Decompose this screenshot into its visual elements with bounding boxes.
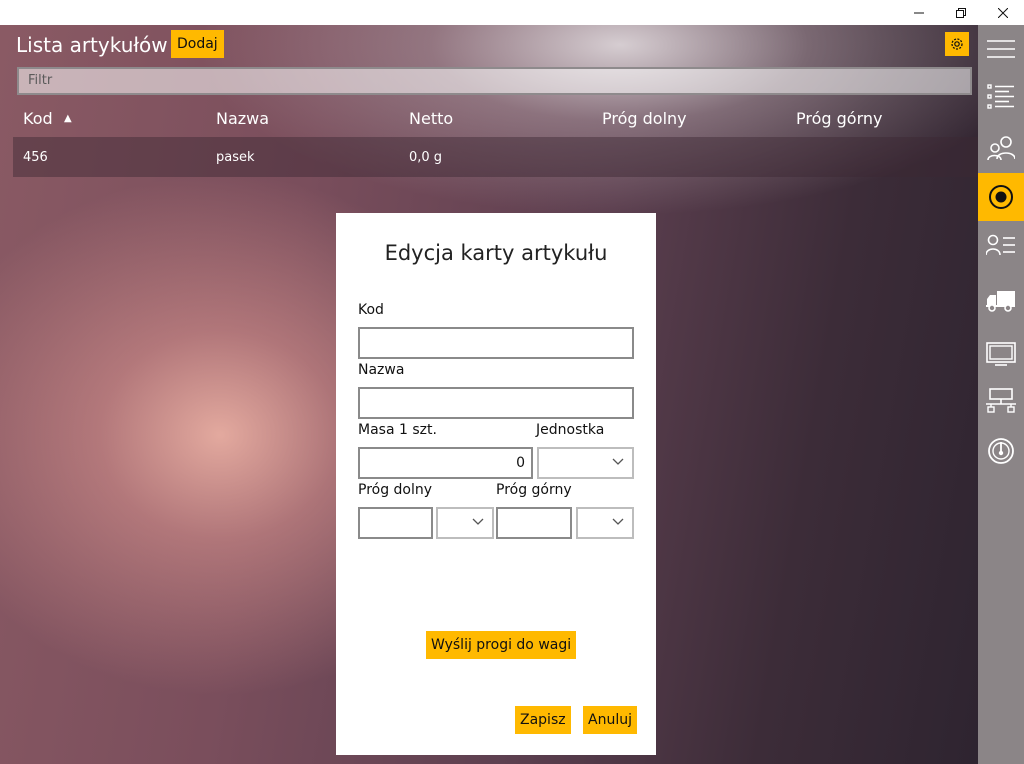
gauge-icon bbox=[988, 438, 1014, 464]
sidebar-item-users[interactable] bbox=[978, 124, 1024, 172]
nazwa-label: Nazwa bbox=[358, 362, 405, 378]
gear-icon bbox=[951, 38, 963, 50]
window-titlebar bbox=[0, 0, 1024, 25]
chevron-down-icon bbox=[612, 518, 624, 525]
minimize-button[interactable] bbox=[898, 0, 940, 25]
minimize-icon bbox=[914, 12, 924, 13]
network-icon bbox=[986, 388, 1016, 413]
prog-dolny-label: Próg dolny bbox=[358, 482, 433, 498]
chevron-down-icon bbox=[472, 518, 484, 525]
window-controls bbox=[898, 0, 1024, 25]
sidebar-item-transport[interactable] bbox=[978, 277, 1024, 325]
masa-value: 0 bbox=[516, 455, 525, 471]
jednostka-select[interactable] bbox=[537, 447, 634, 479]
send-thresholds-button[interactable]: Wyślij progi do wagi bbox=[426, 631, 577, 659]
cell-netto: 0,0 g bbox=[409, 150, 443, 165]
sidebar-item-weighing[interactable] bbox=[978, 173, 1024, 221]
monitor-icon bbox=[986, 342, 1016, 366]
edit-article-dialog: Edycja karty artykułu Kod Nazwa Masa 1 s… bbox=[336, 213, 656, 755]
settings-button[interactable] bbox=[945, 32, 969, 56]
kod-field[interactable] bbox=[358, 327, 634, 359]
close-button[interactable] bbox=[982, 0, 1024, 25]
restore-button[interactable] bbox=[940, 0, 982, 25]
table-row[interactable] bbox=[13, 137, 978, 177]
filter-input[interactable]: Filtr bbox=[17, 67, 972, 95]
kod-label: Kod bbox=[358, 302, 384, 318]
sidebar-item-scale[interactable] bbox=[978, 427, 1024, 475]
prog-dolny-field[interactable] bbox=[358, 507, 433, 539]
sidebar-item-articles[interactable] bbox=[978, 73, 1024, 121]
article-list-icon bbox=[987, 84, 1014, 109]
add-button[interactable]: Dodaj bbox=[171, 30, 224, 58]
cell-nazwa: pasek bbox=[216, 150, 255, 165]
cell-kod: 456 bbox=[23, 150, 48, 165]
dialog-title: Edycja karty artykułu bbox=[384, 241, 608, 265]
prog-gorny-field[interactable] bbox=[496, 507, 572, 539]
prog-dolny-unit-select[interactable] bbox=[436, 507, 494, 539]
column-header-nazwa[interactable]: Nazwa bbox=[216, 109, 269, 128]
masa-field[interactable]: 0 bbox=[358, 447, 533, 479]
masa-label: Masa 1 szt. bbox=[358, 422, 437, 438]
column-header-prog-gorny[interactable]: Próg górny bbox=[796, 109, 882, 128]
truck-icon bbox=[986, 291, 1015, 312]
save-button[interactable]: Zapisz bbox=[515, 706, 571, 734]
nazwa-field[interactable] bbox=[358, 387, 634, 419]
column-header-kod[interactable]: Kod bbox=[23, 109, 53, 128]
jednostka-label: Jednostka bbox=[536, 422, 605, 438]
sidebar-item-menu[interactable] bbox=[978, 25, 1024, 73]
sidebar-item-display[interactable] bbox=[978, 330, 1024, 378]
radio-target-icon bbox=[989, 185, 1013, 209]
contact-list-icon bbox=[986, 234, 1015, 256]
cancel-button[interactable]: Anuluj bbox=[583, 706, 637, 734]
column-header-netto[interactable]: Netto bbox=[409, 109, 453, 128]
sort-ascending-icon: ▲ bbox=[64, 113, 72, 124]
page-title: Lista artykułów bbox=[16, 33, 168, 57]
prog-gorny-label: Próg górny bbox=[496, 482, 572, 498]
sidebar bbox=[978, 25, 1024, 764]
close-icon bbox=[998, 7, 1008, 18]
chevron-down-icon bbox=[612, 458, 624, 465]
restore-icon bbox=[956, 7, 966, 18]
prog-gorny-unit-select[interactable] bbox=[576, 507, 634, 539]
column-header-prog-dolny[interactable]: Próg dolny bbox=[602, 109, 687, 128]
sidebar-item-contacts[interactable] bbox=[978, 221, 1024, 269]
sidebar-item-network[interactable] bbox=[978, 377, 1024, 425]
users-icon bbox=[987, 136, 1015, 161]
hamburger-menu-icon bbox=[987, 40, 1015, 58]
